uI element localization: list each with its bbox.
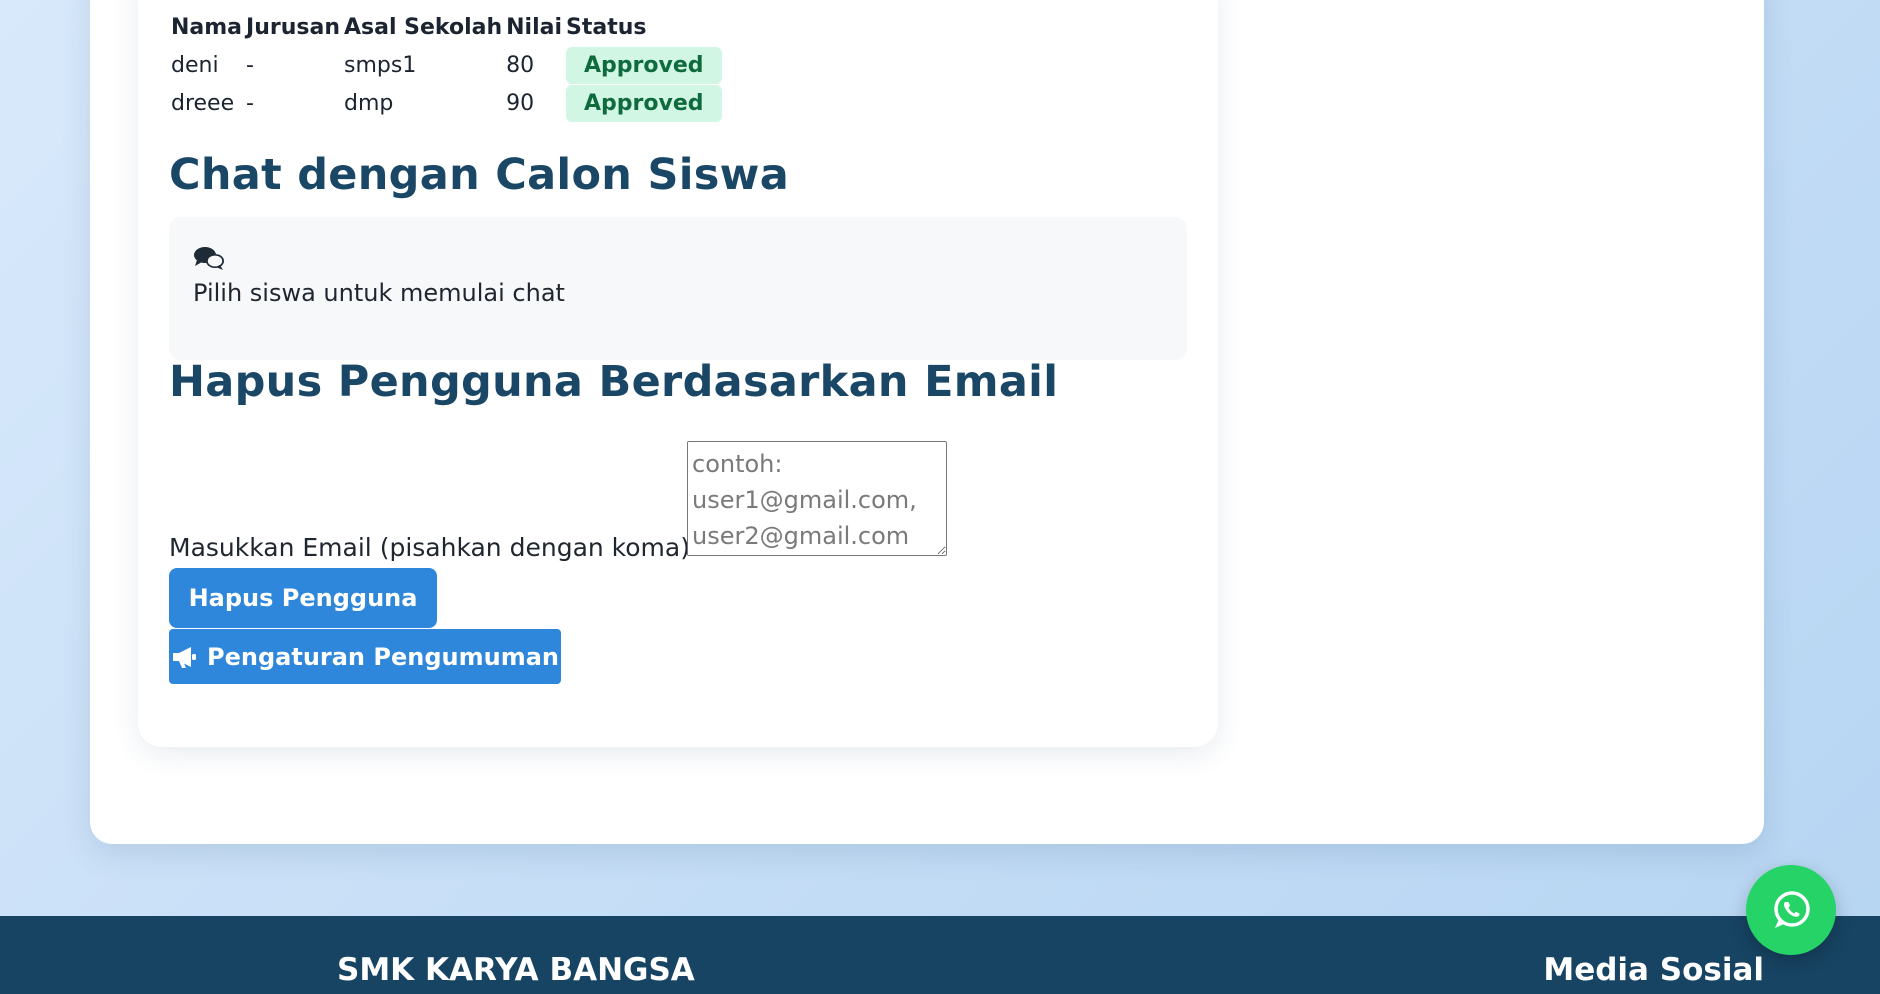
- chat-empty-message: Pilih siswa untuk memulai chat: [193, 279, 565, 307]
- column-header-nama: Nama: [171, 14, 243, 40]
- table-header-row: Nama Jurusan Asal Sekolah Nilai Status: [169, 10, 724, 46]
- comments-icon: [194, 247, 224, 270]
- cell-nilai: 80: [506, 52, 535, 78]
- column-header-jurusan: Jurusan: [246, 14, 340, 40]
- whatsapp-icon: [1774, 891, 1810, 928]
- column-header-nilai: Nilai: [506, 14, 563, 40]
- chat-section-title: Chat dengan Calon Siswa: [169, 150, 790, 200]
- cell-asal-sekolah: dmp: [344, 90, 394, 116]
- delete-users-button[interactable]: Hapus Pengguna: [169, 568, 437, 628]
- megaphone-icon: [173, 646, 197, 668]
- status-badge: Approved: [566, 46, 722, 84]
- email-input-label: Masukkan Email (pisahkan dengan koma):: [169, 533, 699, 562]
- email-list-textarea[interactable]: [687, 441, 947, 556]
- cell-asal-sekolah: smps1: [344, 52, 417, 78]
- cell-nama: deni: [171, 52, 219, 78]
- students-table: Nama Jurusan Asal Sekolah Nilai Status d…: [169, 10, 724, 122]
- cell-status: Approved: [564, 46, 724, 84]
- cell-nama: dreee: [171, 90, 235, 116]
- footer-brand-name: SMK KARYA BANGSA: [337, 952, 695, 988]
- status-badge: Approved: [566, 84, 722, 122]
- column-header-status: Status: [566, 14, 647, 40]
- announcement-settings-button[interactable]: Pengaturan Pengumuman: [169, 629, 561, 684]
- delete-users-section-title: Hapus Pengguna Berdasarkan Email: [169, 357, 1059, 407]
- column-header-asal-sekolah: Asal Sekolah: [344, 14, 503, 40]
- cell-nilai: 90: [506, 90, 535, 116]
- cell-jurusan: -: [246, 52, 254, 78]
- table-row: dreee - dmp 90 Approved: [169, 84, 724, 122]
- table-row: deni - smps1 80 Approved: [169, 46, 724, 84]
- footer-social-heading: Media Sosial: [1543, 952, 1764, 988]
- whatsapp-chat-button[interactable]: [1746, 865, 1836, 955]
- chat-panel: Pilih siswa untuk memulai chat: [169, 217, 1187, 360]
- cell-jurusan: -: [246, 90, 254, 116]
- site-footer: SMK KARYA BANGSA Media Sosial: [0, 916, 1880, 994]
- cell-status: Approved: [564, 84, 724, 122]
- announcement-settings-label: Pengaturan Pengumuman: [207, 642, 559, 671]
